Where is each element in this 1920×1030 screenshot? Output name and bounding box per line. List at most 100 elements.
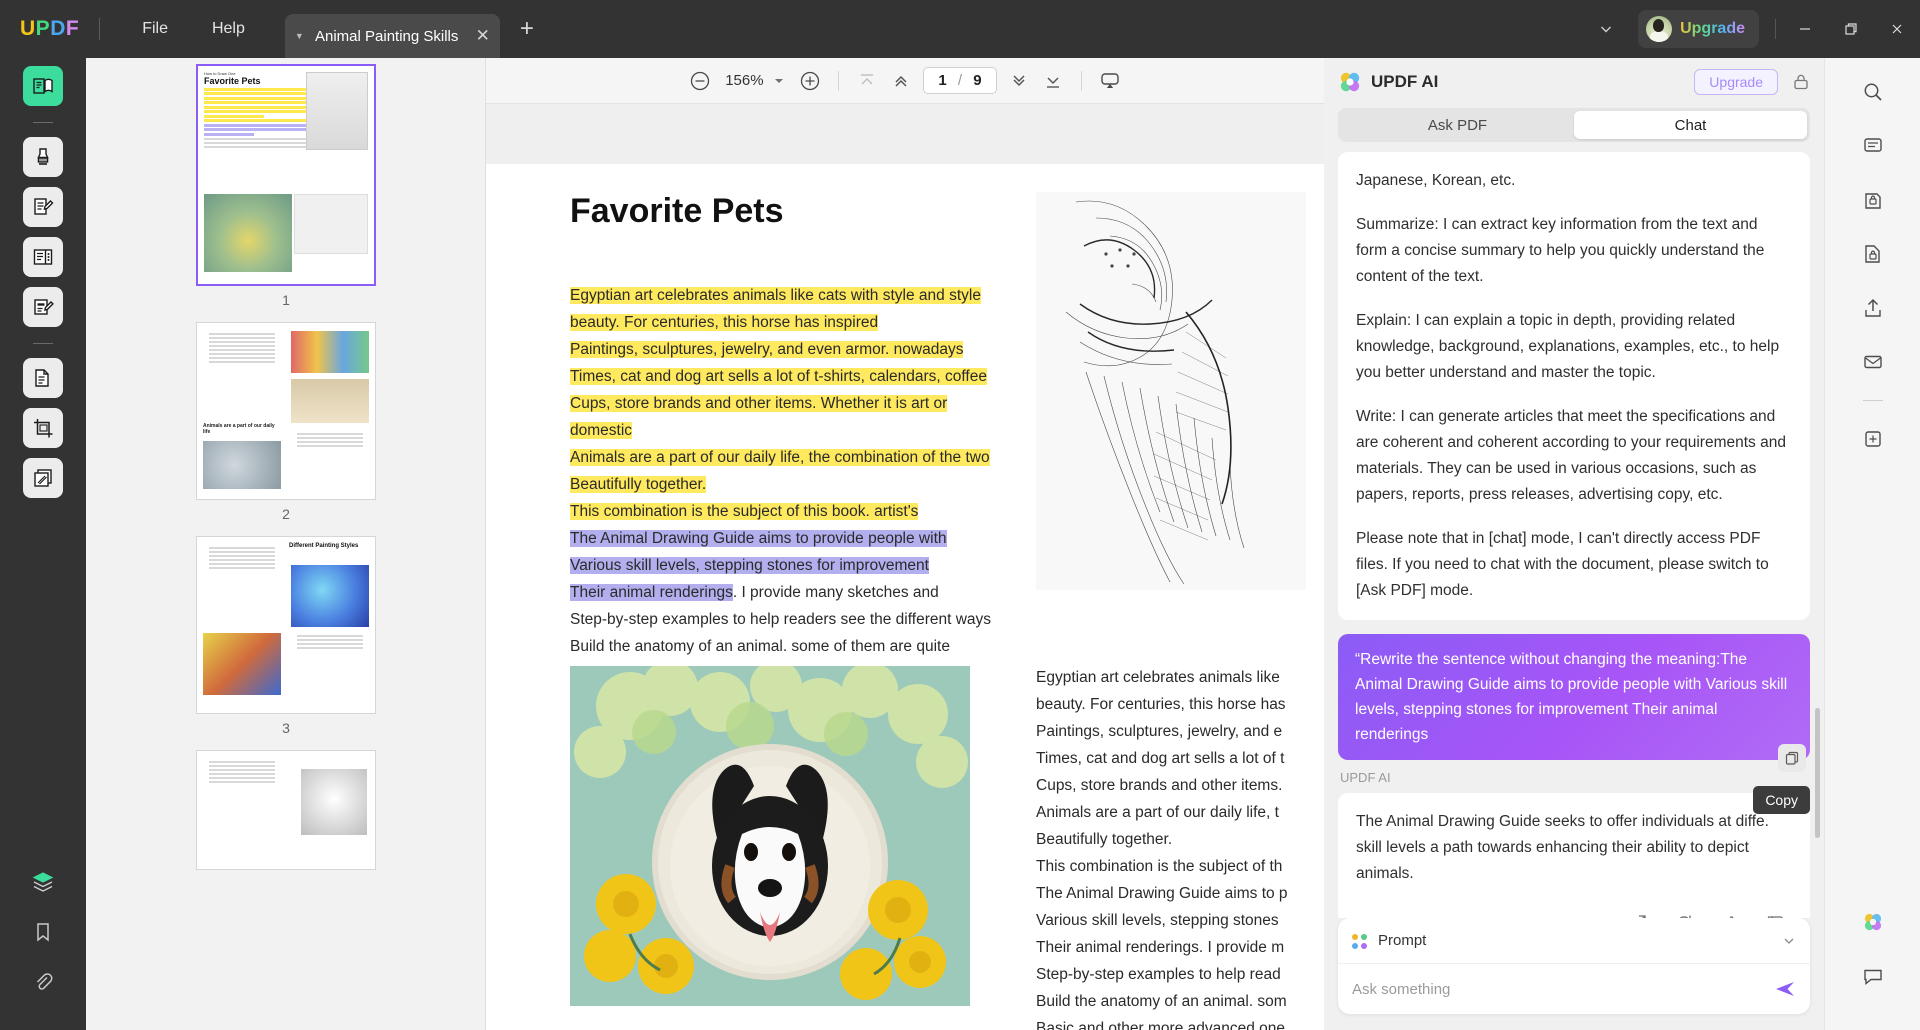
thumbs-down-icon[interactable] (1766, 913, 1786, 918)
comment-list-tool[interactable] (1853, 126, 1893, 166)
upgrade-label: Upgrade (1680, 20, 1745, 38)
ai-panel-title: UPDF AI (1371, 72, 1694, 92)
pdf-page-canvas[interactable]: Favorite Pets Egyptian art celebrates an… (486, 104, 1324, 1030)
redact-tool[interactable] (1853, 234, 1893, 274)
ai-paragraph: Write: I can generate articles that meet… (1356, 404, 1792, 508)
thumbnail-image[interactable]: Animals are a part of our daily life (196, 322, 376, 500)
ai-panel-header: UPDF AI Upgrade (1324, 58, 1824, 106)
thumbnail-number: 1 (282, 292, 290, 308)
document-tab[interactable]: ▼ Animal Painting Skills ✕ (285, 14, 500, 58)
copy-icon[interactable] (1778, 744, 1806, 772)
page-indicator[interactable]: 1 / 9 (923, 67, 996, 94)
help-menu[interactable]: Help (190, 14, 267, 44)
doc2-line: Paintings, sculptures, jewelry, and e (1036, 718, 1324, 745)
organize-pages-tool[interactable] (23, 237, 63, 277)
thumbnail-list: How to Draw One Favorite Pets 1 (86, 64, 486, 884)
last-page-button[interactable] (1037, 65, 1069, 97)
crop-tool[interactable] (23, 408, 63, 448)
zoom-dropdown-icon[interactable] (772, 76, 792, 86)
doc-line: This combination is the subject of this … (570, 503, 918, 520)
presentation-mode-button[interactable] (1094, 65, 1126, 97)
thumbnail-page-2[interactable]: Animals are a part of our daily life 2 (86, 322, 486, 522)
dog-photo-image (570, 666, 970, 1006)
chevron-down-icon[interactable] (1782, 934, 1796, 948)
page-thumbnails-panel[interactable] (23, 862, 63, 902)
first-page-button[interactable] (851, 65, 883, 97)
thumbnail-page-1[interactable]: How to Draw One Favorite Pets 1 (86, 64, 486, 308)
thumbnail-page-3[interactable]: Different Painting Styles 3 (86, 536, 486, 736)
upgrade-button[interactable]: Upgrade (1638, 10, 1759, 48)
ai-sender-label: UPDF AI (1340, 770, 1810, 785)
ai-message-intro: Japanese, Korean, etc. Summarize: I can … (1338, 152, 1810, 620)
close-window-button[interactable] (1874, 0, 1920, 58)
edit-pdf-tool[interactable] (23, 187, 63, 227)
right-toolbar (1824, 58, 1920, 1030)
thumbnail-page-4[interactable] (86, 750, 486, 870)
page-toolbar: 156% 1 / 9 (486, 58, 1324, 104)
ask-row (1338, 964, 1810, 1014)
file-menu[interactable]: File (120, 14, 190, 44)
doc-line: Times, cat and dog art sells a lot of t-… (570, 368, 987, 385)
send-icon[interactable] (1774, 978, 1796, 1000)
thumb-title: Different Painting Styles (289, 543, 369, 549)
ask-input[interactable] (1352, 981, 1774, 998)
ai-history-icon[interactable] (1792, 73, 1810, 91)
divider (99, 18, 100, 40)
search-tool[interactable] (1853, 72, 1893, 112)
doc-line: Step-by-step examples to help readers se… (570, 611, 991, 628)
zoom-out-button[interactable] (684, 65, 716, 97)
ai-panel: UPDF AI Upgrade Ask PDF Chat Japanese, K… (1324, 58, 1824, 1030)
document-text-column[interactable]: Egyptian art celebrates animals like cat… (570, 282, 1000, 687)
reader-view-tool[interactable] (23, 66, 63, 106)
next-page-button[interactable] (1003, 65, 1035, 97)
attachments-panel[interactable] (23, 962, 63, 1002)
updf-logo: U P D F (20, 17, 79, 41)
bookmarks-panel[interactable] (23, 912, 63, 952)
thumbnail-image[interactable]: How to Draw One Favorite Pets (196, 64, 376, 286)
doc2-line: The Animal Drawing Guide aims to p (1036, 880, 1324, 907)
convert-tool[interactable] (23, 358, 63, 398)
sign-tool[interactable] (23, 287, 63, 327)
compress-tool[interactable] (1853, 419, 1893, 459)
ai-assistant-tool[interactable] (1853, 902, 1893, 942)
zoom-level[interactable]: 156% (718, 72, 770, 89)
email-tool[interactable] (1853, 342, 1893, 382)
divider (33, 122, 53, 123)
tab-caret-icon[interactable]: ▼ (295, 31, 304, 41)
ai-scrollbar-thumb[interactable] (1815, 708, 1820, 838)
zoom-in-button[interactable] (794, 65, 826, 97)
chevron-down-icon[interactable] (1588, 15, 1624, 43)
avatar (1646, 16, 1672, 42)
tab-ask-pdf[interactable]: Ask PDF (1341, 111, 1574, 139)
previous-page-button[interactable] (885, 65, 917, 97)
maximize-button[interactable] (1828, 0, 1874, 58)
thumbnail-number: 3 (282, 720, 290, 736)
prompt-selector[interactable]: Prompt (1338, 918, 1810, 964)
ai-mode-tabs: Ask PDF Chat (1338, 108, 1810, 142)
ocr-tool[interactable] (23, 458, 63, 498)
document-text-column-2[interactable]: Egyptian art celebrates animals like bea… (1036, 664, 1324, 1030)
minimize-button[interactable] (1782, 0, 1828, 58)
share-tool[interactable] (1853, 288, 1893, 328)
highlight-tool[interactable] (23, 137, 63, 177)
new-tab-button[interactable]: + (520, 15, 534, 43)
refresh-icon[interactable] (1674, 913, 1694, 918)
ai-conversation[interactable]: Japanese, Korean, etc. Summarize: I can … (1324, 152, 1824, 918)
doc-line: Animals are a part of our daily life, th… (570, 449, 990, 466)
thumbs-up-icon[interactable] (1720, 913, 1740, 918)
ai-upgrade-button[interactable]: Upgrade (1694, 69, 1778, 95)
prompt-label: Prompt (1378, 932, 1782, 949)
thumbnail-image[interactable]: Different Painting Styles (196, 536, 376, 714)
thumbnail-panel[interactable]: How to Draw One Favorite Pets 1 (86, 58, 486, 1030)
feedback-tool[interactable] (1853, 956, 1893, 996)
updf-ai-logo-icon (1338, 70, 1362, 94)
doc-line-tail: . I provide many sketches and (733, 584, 939, 601)
close-tab-icon[interactable]: ✕ (476, 26, 490, 46)
doc2-line: Times, cat and dog art sells a lot of t (1036, 745, 1324, 772)
logo-letter-d: D (50, 17, 66, 41)
protect-tool[interactable] (1853, 180, 1893, 220)
thumbnail-image[interactable] (196, 750, 376, 870)
user-message: “Rewrite the sentence without changing t… (1338, 634, 1810, 760)
tab-chat[interactable]: Chat (1574, 111, 1807, 139)
external-link-icon[interactable] (1628, 913, 1648, 918)
